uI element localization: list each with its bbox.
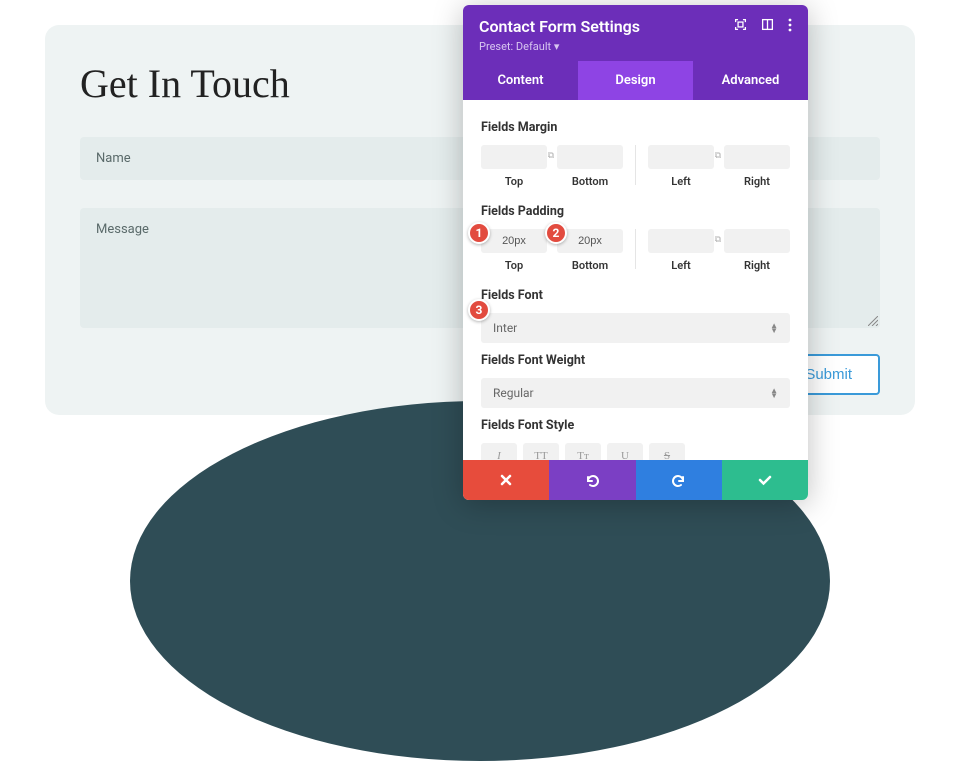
undo-button[interactable]	[549, 460, 635, 500]
fields-font-weight-label: Fields Font Weight	[481, 353, 790, 368]
padding-right-sublabel: Right	[724, 259, 790, 272]
margin-top-sublabel: Top	[481, 175, 547, 188]
resize-handle-icon[interactable]	[868, 316, 878, 326]
separator	[635, 145, 636, 185]
fields-font-weight-select[interactable]: Regular ▲▼	[481, 378, 790, 408]
padding-left-input[interactable]	[648, 229, 714, 253]
panel-title: Contact Form Settings	[479, 17, 640, 36]
margin-right-sublabel: Right	[724, 175, 790, 188]
redo-button[interactable]	[636, 460, 722, 500]
columns-icon[interactable]	[761, 18, 774, 35]
select-arrows-icon: ▲▼	[770, 323, 778, 333]
fields-font-style-label: Fields Font Style	[481, 418, 790, 433]
margin-bottom-input[interactable]	[557, 145, 623, 169]
fields-font-weight-value: Regular	[493, 386, 534, 400]
annotation-badge-3: 3	[468, 299, 490, 321]
tab-design[interactable]: Design	[578, 61, 693, 100]
margin-top-input[interactable]	[481, 145, 547, 169]
link-icon[interactable]: ⧉	[548, 151, 554, 161]
panel-tabs: Content Design Advanced	[463, 61, 808, 100]
margin-left-sublabel: Left	[648, 175, 714, 188]
panel-header[interactable]: Contact Form Settings Preset: Default ▾	[463, 5, 808, 61]
margin-left-input[interactable]	[648, 145, 714, 169]
padding-top-input[interactable]	[481, 229, 547, 253]
style-strikethrough-button[interactable]: S	[649, 443, 685, 460]
padding-bottom-sublabel: Bottom	[557, 259, 623, 272]
expand-icon[interactable]	[734, 18, 747, 35]
link-icon[interactable]: ⧉	[715, 235, 721, 245]
tab-content[interactable]: Content	[463, 61, 578, 100]
message-placeholder: Message	[96, 222, 149, 237]
select-arrows-icon: ▲▼	[770, 388, 778, 398]
fields-font-select[interactable]: Inter ▲▼	[481, 313, 790, 343]
padding-right-input[interactable]	[724, 229, 790, 253]
style-uppercase-button[interactable]: TT	[523, 443, 559, 460]
separator	[635, 229, 636, 269]
annotation-badge-2: 2	[545, 222, 567, 244]
save-button[interactable]	[722, 460, 808, 500]
cancel-button[interactable]	[463, 460, 549, 500]
preset-selector[interactable]: Preset: Default ▾	[479, 40, 792, 53]
fields-font-value: Inter	[493, 321, 517, 335]
padding-left-sublabel: Left	[648, 259, 714, 272]
fields-padding-label: Fields Padding	[481, 204, 790, 219]
fields-margin-label: Fields Margin	[481, 120, 790, 135]
style-underline-button[interactable]: U	[607, 443, 643, 460]
fields-font-label: Fields Font	[481, 288, 790, 303]
tab-advanced[interactable]: Advanced	[693, 61, 808, 100]
panel-body: Fields Margin ⧉ Top Bottom ⧉ Left Right	[463, 100, 808, 460]
link-icon[interactable]: ⧉	[715, 151, 721, 161]
margin-right-input[interactable]	[724, 145, 790, 169]
more-icon[interactable]	[788, 18, 792, 36]
panel-footer	[463, 460, 808, 500]
style-italic-button[interactable]: I	[481, 443, 517, 460]
annotation-badge-1: 1	[468, 222, 490, 244]
margin-bottom-sublabel: Bottom	[557, 175, 623, 188]
style-smallcaps-button[interactable]: Tᴛ	[565, 443, 601, 460]
padding-top-sublabel: Top	[481, 259, 547, 272]
settings-panel: Contact Form Settings Preset: Default ▾ …	[463, 5, 808, 500]
